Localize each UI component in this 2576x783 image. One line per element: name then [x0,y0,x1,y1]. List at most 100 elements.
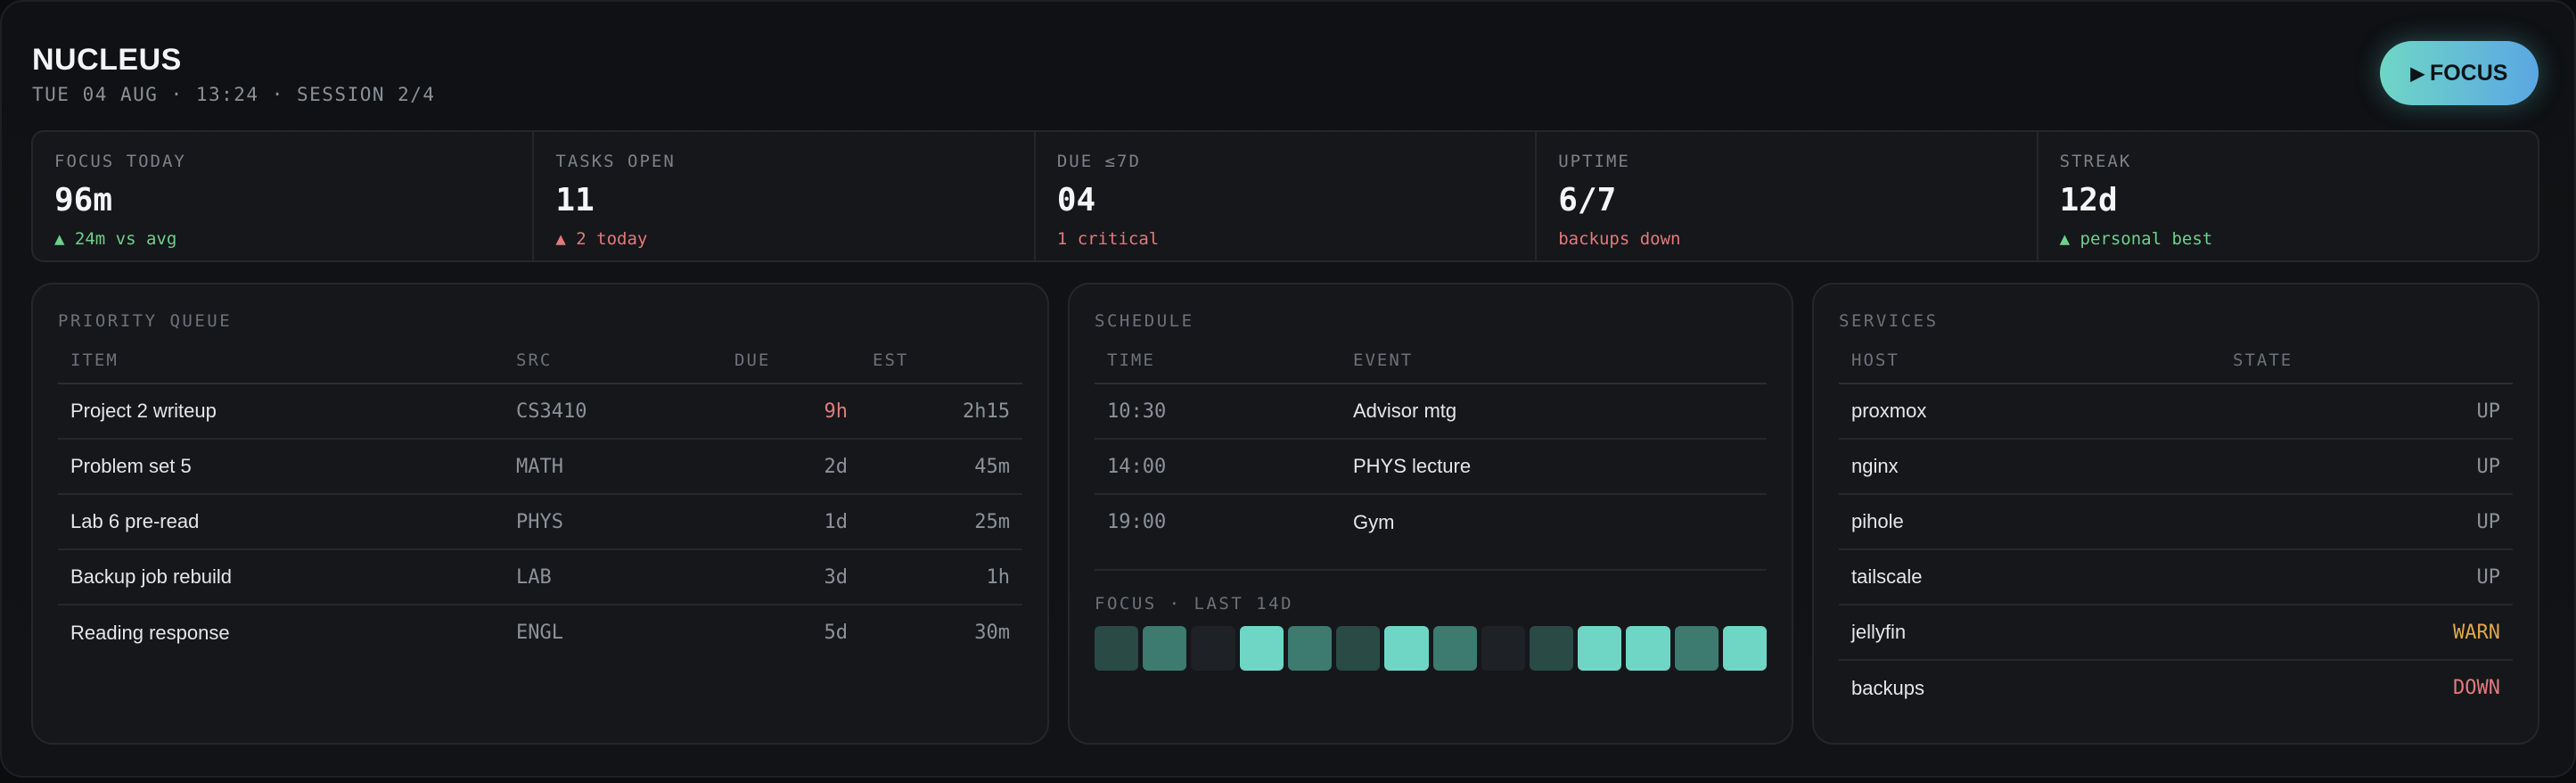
service-host: tailscale [1839,549,2220,606]
column-header: TIME [1095,350,1341,384]
event-time: 19:00 [1107,511,1167,533]
service-state: UP [2220,439,2513,495]
focus-button[interactable]: ▶ FOCUS [2380,41,2539,105]
item-name: Reading response [70,621,230,644]
stat-note: ▲ 24m vs avg [54,229,177,249]
column-header: STATE [2220,350,2513,384]
stat-focus-today: FOCUS TODAY 96m ▲ 24m vs avg [33,132,535,260]
table-row[interactable]: nginx UP [1839,439,2513,495]
focus-button-label: FOCUS [2429,60,2508,86]
table-row[interactable]: pihole UP [1839,494,2513,550]
heatmap-cell [1432,626,1477,671]
table-row[interactable]: backups DOWN [1839,660,2513,715]
table-row[interactable]: Backup job rebuild LAB 3d 1h [58,549,1022,606]
heatmap-cell [1481,626,1525,671]
item-est: 25m [860,494,1022,550]
stat-streak: STREAK 12d ▲ personal best [2039,132,2538,260]
table-row[interactable]: 14:00 PHYS lecture [1095,439,1767,495]
heatmap-cell [1578,626,1622,671]
service-state: WARN [2220,605,2513,661]
stat-value: 04 [1056,182,1096,218]
table-row[interactable]: tailscale UP [1839,549,2513,606]
table-row[interactable]: jellyfin WARN [1839,605,2513,661]
stat-value: 96m [54,182,113,218]
stat-value: 12d [2059,182,2118,218]
service-host: pihole [1839,494,2220,550]
stat-due-7d: DUE ≤7D 04 1 critical [1036,132,1538,260]
focus-heatmap [1095,626,1768,671]
stat-note: 1 critical [1056,229,1160,249]
item-name: Backup job rebuild [58,549,504,606]
item-src: MATH [504,439,722,495]
event-name: Gym [1353,510,1395,533]
item-est: 1h [860,549,1022,606]
table-row[interactable]: 10:30 Advisor mtg [1095,383,1767,440]
stat-label: STREAK [2059,152,2132,171]
play-icon: ▶ [2410,63,2424,84]
stat-tasks-open: TASKS OPEN 11 ▲ 2 today [534,132,1036,260]
heatmap-cell [1143,626,1187,671]
item-est: 2h15 [860,383,1022,440]
stat-label: FOCUS TODAY [54,152,186,171]
stat-label: TASKS OPEN [555,152,676,171]
heatmap-title: FOCUS · LAST 14D [1095,569,1767,614]
service-state: UP [2220,494,2513,550]
service-state: UP [2220,549,2513,606]
table-row[interactable]: Lab 6 pre-read PHYS 1d 25m [58,494,1022,550]
heatmap-cell [1191,626,1235,671]
heatmap-cell [1239,626,1284,671]
services-table: HOST STATE proxmox UP nginx UP pihole UP [1839,350,2513,715]
table-row[interactable]: 19:00 Gym [1095,494,1767,549]
stat-uptime: UPTIME 6/7 backups down [1537,132,2039,260]
priority-queue-panel: PRIORITY QUEUE ITEM SRC DUE EST Project … [31,283,1049,745]
table-row[interactable]: Reading response ENGL 5d 30m [58,605,1022,660]
event-time: 14:00 [1095,439,1341,495]
schedule-table: TIME EVENT 10:30 Advisor mtg 14:00 PHYS … [1095,350,1767,549]
event-name: Advisor mtg [1341,383,1767,440]
schedule-panel: SCHEDULE TIME EVENT 10:30 Advisor mtg 14… [1068,283,1793,745]
service-host: proxmox [1839,383,2220,440]
item-due: 1d [722,494,860,550]
heatmap-cell [1384,626,1429,671]
panel-title: PRIORITY QUEUE [58,311,233,331]
heatmap-cell [1095,626,1139,671]
table-row[interactable]: Project 2 writeup CS3410 9h 2h15 [58,383,1022,440]
item-src: LAB [504,549,722,606]
panel-title: SCHEDULE [1095,311,1194,331]
heatmap-cell [1336,626,1381,671]
service-host: nginx [1839,439,2220,495]
item-due: 2d [722,439,860,495]
table-row[interactable]: proxmox UP [1839,383,2513,440]
app-title: NUCLEUS [32,43,182,77]
column-header: EST [860,350,1022,384]
event-name: PHYS lecture [1341,439,1767,495]
panel-title: SERVICES [1839,311,1939,331]
column-header: ITEM [58,350,504,384]
stat-value: 6/7 [1558,182,1617,218]
heatmap-cell [1287,626,1333,671]
column-header: SRC [504,350,722,384]
service-state: UP [2220,383,2513,440]
event-time: 10:30 [1095,383,1341,440]
services-panel: SERVICES HOST STATE proxmox UP nginx UP … [1812,283,2539,745]
table-row[interactable]: Problem set 5 MATH 2d 45m [58,439,1022,495]
item-due: 9h [722,383,860,440]
stat-note: backups down [1558,229,1681,249]
item-name: Problem set 5 [58,439,504,495]
stat-value: 11 [555,182,595,218]
service-host: jellyfin [1839,605,2220,661]
stat-label: UPTIME [1558,152,1630,171]
item-name: Lab 6 pre-read [58,494,504,550]
column-header: DUE [722,350,860,384]
service-state: DOWN [2453,677,2500,699]
stat-note: ▲ 2 today [555,229,648,249]
item-src: CS3410 [504,383,722,440]
priority-queue-table: ITEM SRC DUE EST Project 2 writeup CS341… [58,350,1022,660]
column-header: EVENT [1341,350,1767,384]
stat-note: ▲ personal best [2059,229,2213,249]
stats-strip: FOCUS TODAY 96m ▲ 24m vs avg TASKS OPEN … [31,130,2539,262]
item-due: 5d [824,622,849,644]
heatmap-cell [1722,626,1768,671]
item-est: 30m [974,622,1010,644]
service-host: backups [1851,676,1924,699]
